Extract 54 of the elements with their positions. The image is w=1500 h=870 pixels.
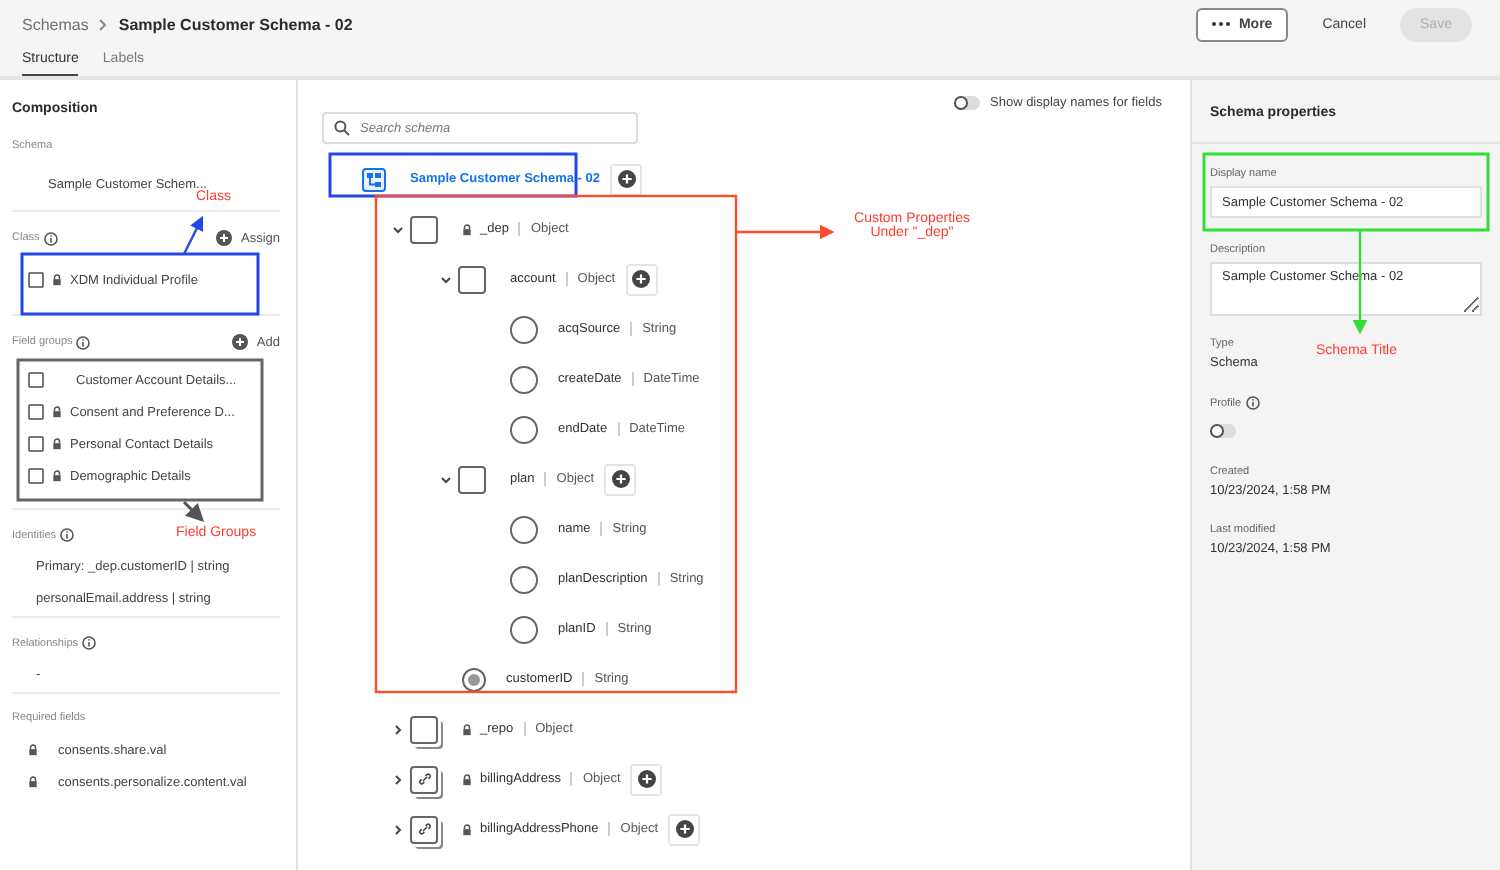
- identity-icon: [462, 667, 486, 691]
- add-button[interactable]: [604, 463, 637, 495]
- object-icon: [458, 265, 486, 293]
- toggle-switch[interactable]: [954, 96, 980, 110]
- link-icon: [410, 815, 438, 843]
- annotation-arrow: [182, 500, 205, 523]
- checkbox[interactable]: [28, 272, 44, 288]
- info-icon: [60, 528, 75, 542]
- object-icon: [458, 465, 486, 493]
- link-icon: [410, 765, 438, 793]
- checkbox[interactable]: [28, 372, 44, 388]
- chevron-right-icon: [98, 17, 109, 31]
- chevron-down-icon[interactable]: [440, 473, 452, 485]
- object-icon: [410, 715, 438, 743]
- profile-toggle[interactable]: [1210, 424, 1236, 438]
- plus-icon: [216, 230, 233, 246]
- lock-icon: [28, 744, 38, 756]
- info-icon: [82, 636, 97, 650]
- field-icon: [510, 415, 538, 443]
- checkbox[interactable]: [28, 436, 44, 452]
- info-icon: [1245, 396, 1260, 410]
- add-button[interactable]: [630, 763, 663, 795]
- breadcrumb-link[interactable]: Schemas: [22, 15, 89, 33]
- lock-icon: [28, 776, 38, 788]
- add-button[interactable]: [610, 163, 643, 195]
- add-button[interactable]: [668, 813, 701, 845]
- schema-icon: [362, 167, 386, 191]
- info-icon: [76, 335, 91, 349]
- chevron-right-icon[interactable]: [392, 723, 404, 735]
- chevron-right-icon[interactable]: [392, 773, 404, 785]
- plus-icon: [611, 470, 630, 488]
- page-title: Sample Customer Schema - 02: [118, 15, 353, 33]
- more-icon: [1212, 21, 1231, 26]
- plus-icon: [232, 334, 249, 350]
- checkbox[interactable]: [28, 404, 44, 420]
- chevron-down-icon[interactable]: [392, 223, 404, 235]
- chevron-right-icon[interactable]: [392, 823, 404, 835]
- add-button[interactable]: [625, 263, 658, 295]
- object-icon: [410, 215, 438, 243]
- plus-icon: [675, 820, 694, 838]
- plus-icon: [617, 170, 636, 188]
- info-icon: [43, 231, 58, 245]
- annotation-arrow: [736, 224, 835, 240]
- plus-icon: [632, 270, 651, 288]
- field-icon: [510, 565, 538, 593]
- chevron-down-icon[interactable]: [440, 273, 452, 285]
- plus-icon: [637, 770, 656, 788]
- field-icon: [510, 315, 538, 343]
- field-icon: [510, 515, 538, 543]
- annotation-arrow: [182, 215, 204, 255]
- field-icon: [510, 615, 538, 643]
- field-icon: [510, 365, 538, 393]
- checkbox[interactable]: [28, 468, 44, 484]
- search-icon: [334, 120, 350, 136]
